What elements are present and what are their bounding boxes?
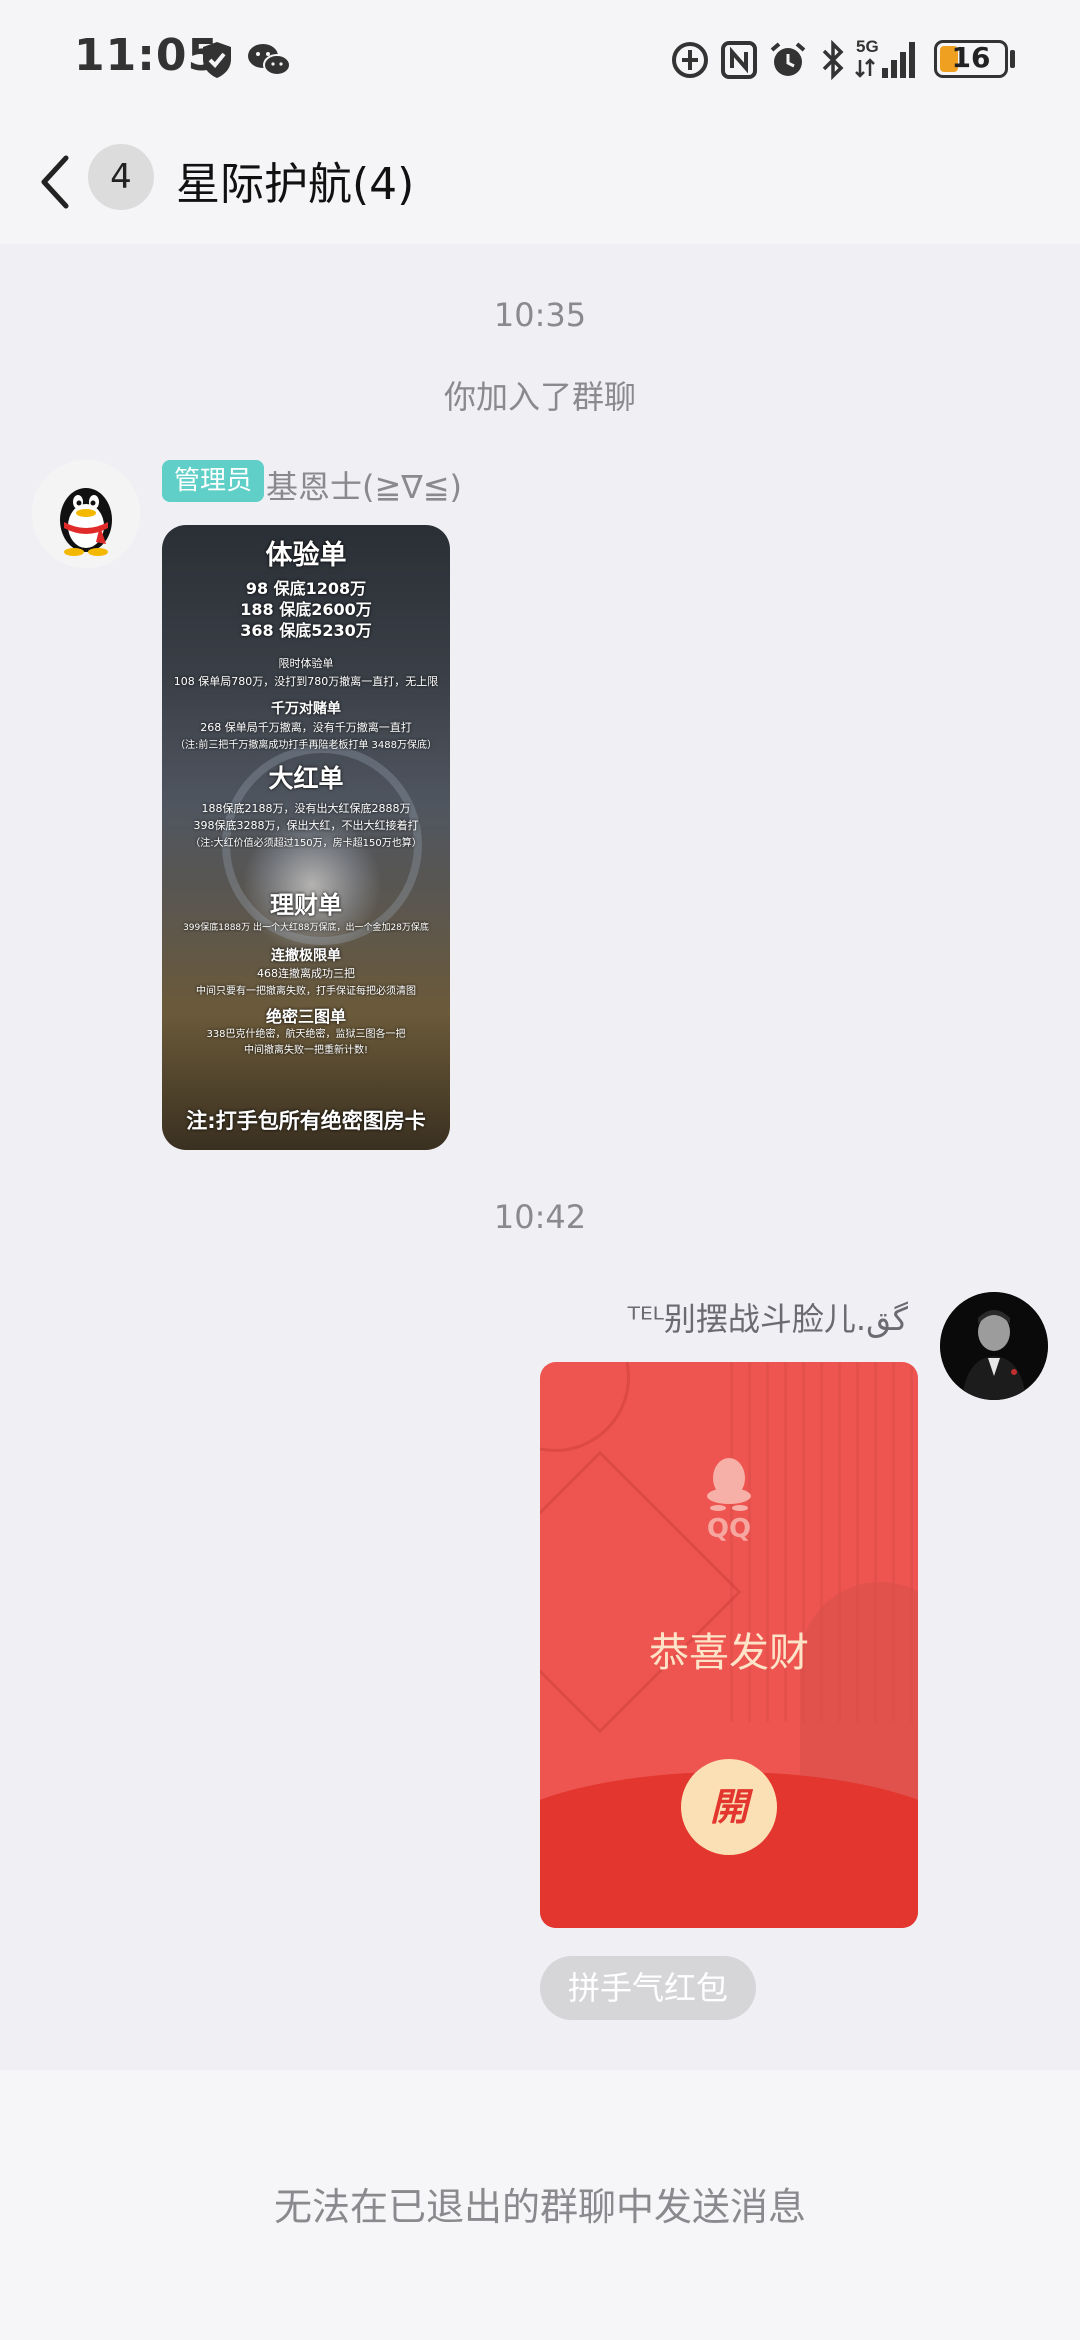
- admin-avatar[interactable]: [32, 460, 140, 568]
- red-packet-brand: QQ: [706, 1514, 752, 1544]
- wechat-icon: [248, 44, 291, 76]
- sender-name[interactable]: 基恩士(≧∇≦): [266, 462, 462, 508]
- message-timestamp: 10:35: [493, 296, 587, 334]
- back-button[interactable]: [30, 144, 90, 220]
- poster-line: 连撤极限单: [271, 948, 341, 964]
- admin-role-tag: 管理员: [162, 460, 265, 502]
- poster-line: 体验单: [265, 540, 347, 571]
- red-packet-pattern: [540, 1362, 630, 1452]
- poster-line: 限时体验单: [278, 657, 334, 670]
- chat-header: 4 星际护航(4): [0, 120, 1080, 244]
- poster-line: 绝密三图单: [265, 1007, 346, 1026]
- poster-line: 千万对赌单: [271, 701, 341, 717]
- battery-tip: [1010, 50, 1015, 68]
- unread-count-badge[interactable]: 4: [88, 144, 154, 210]
- poster-line: 大红单: [268, 764, 344, 793]
- poster-line: 398保底3288万，保出大红，不出大红接着打: [193, 819, 419, 832]
- system-join-message: 你加入了群聊: [443, 378, 636, 416]
- poster-line: 268 保单局千万撤离，没有千万撤离一直打: [200, 721, 412, 734]
- battery-icon: 16: [934, 40, 1008, 78]
- sender-name[interactable]: ᵀᴱᴸ别摆战斗脸儿.گق: [628, 1294, 908, 1340]
- cannot-send-notice: 无法在已退出的群聊中发送消息: [273, 2185, 806, 2229]
- poster-line: 399保底1888万 出一个大红88万保底，出一个金加28万保底: [183, 923, 429, 933]
- poster-line: （注:前三把千万撤离成功打手再陪老板打单 3488万保底）: [175, 740, 437, 751]
- open-red-packet-button[interactable]: 開: [681, 1759, 777, 1855]
- red-packet-type-label: 拼手气红包: [540, 1956, 757, 2020]
- message-timestamp: 10:42: [493, 1198, 587, 1236]
- poster-line: 188保底2188万，没有出大红保底2888万: [201, 802, 411, 815]
- nfc-icon: [721, 41, 757, 79]
- qq-logo-icon: [707, 1458, 751, 1511]
- shield-check-icon: [203, 42, 231, 78]
- bluetooth-icon: [822, 40, 844, 80]
- alarm-icon: [770, 42, 806, 76]
- poster-line: （注:大红价值必须超过150万，房卡超150万也算）: [190, 838, 422, 849]
- chevron-left-icon: [41, 155, 69, 209]
- status-bar: 11:05 5G 16: [0, 0, 1080, 120]
- data-saver-icon: [672, 42, 708, 78]
- battery-percent: 16: [951, 41, 991, 74]
- status-time: 11:05: [74, 30, 220, 81]
- poster-line: 中间撤离失败一把重新计数!: [243, 1045, 368, 1056]
- svg-text:5G: 5G: [856, 37, 879, 56]
- person-avatar-icon: [940, 1292, 1048, 1400]
- chat-screen: 11:05 5G 16 4 星际护航(4) 10:35 你加入了群聊 管理员 基…: [0, 0, 1080, 2340]
- red-packet-card[interactable]: QQ 恭喜发财 開: [540, 1362, 918, 1928]
- image-message[interactable]: 体验单 98 保底1208万 188 保底2600万 368 保底5230万 限…: [162, 525, 450, 1150]
- input-disabled-footer: 无法在已退出的群聊中发送消息: [0, 2070, 1080, 2340]
- poster-line: 108 保单局780万，没打到780万撤离一直打，无上限: [173, 675, 439, 688]
- poster-footnote: 注:打手包所有绝密图房卡: [186, 1109, 426, 1133]
- poster-line: 338巴克什绝密，航天绝密，监狱三图各一把: [206, 1029, 406, 1040]
- qq-penguin-avatar-icon: [32, 460, 140, 568]
- chat-title[interactable]: 星际护航(4): [176, 148, 414, 212]
- user-avatar[interactable]: [940, 1292, 1048, 1400]
- red-packet-greeting: 恭喜发财: [649, 1630, 809, 1676]
- signal-5g-icon: 5G: [855, 37, 915, 78]
- poster-line: 368 保底5230万: [240, 621, 372, 640]
- poster-line: 468连撤离成功三把: [257, 967, 355, 980]
- poster-line: 理财单: [270, 891, 342, 919]
- poster-line: 中间只要有一把撤离失败，打手保证每把必须清图: [196, 986, 416, 997]
